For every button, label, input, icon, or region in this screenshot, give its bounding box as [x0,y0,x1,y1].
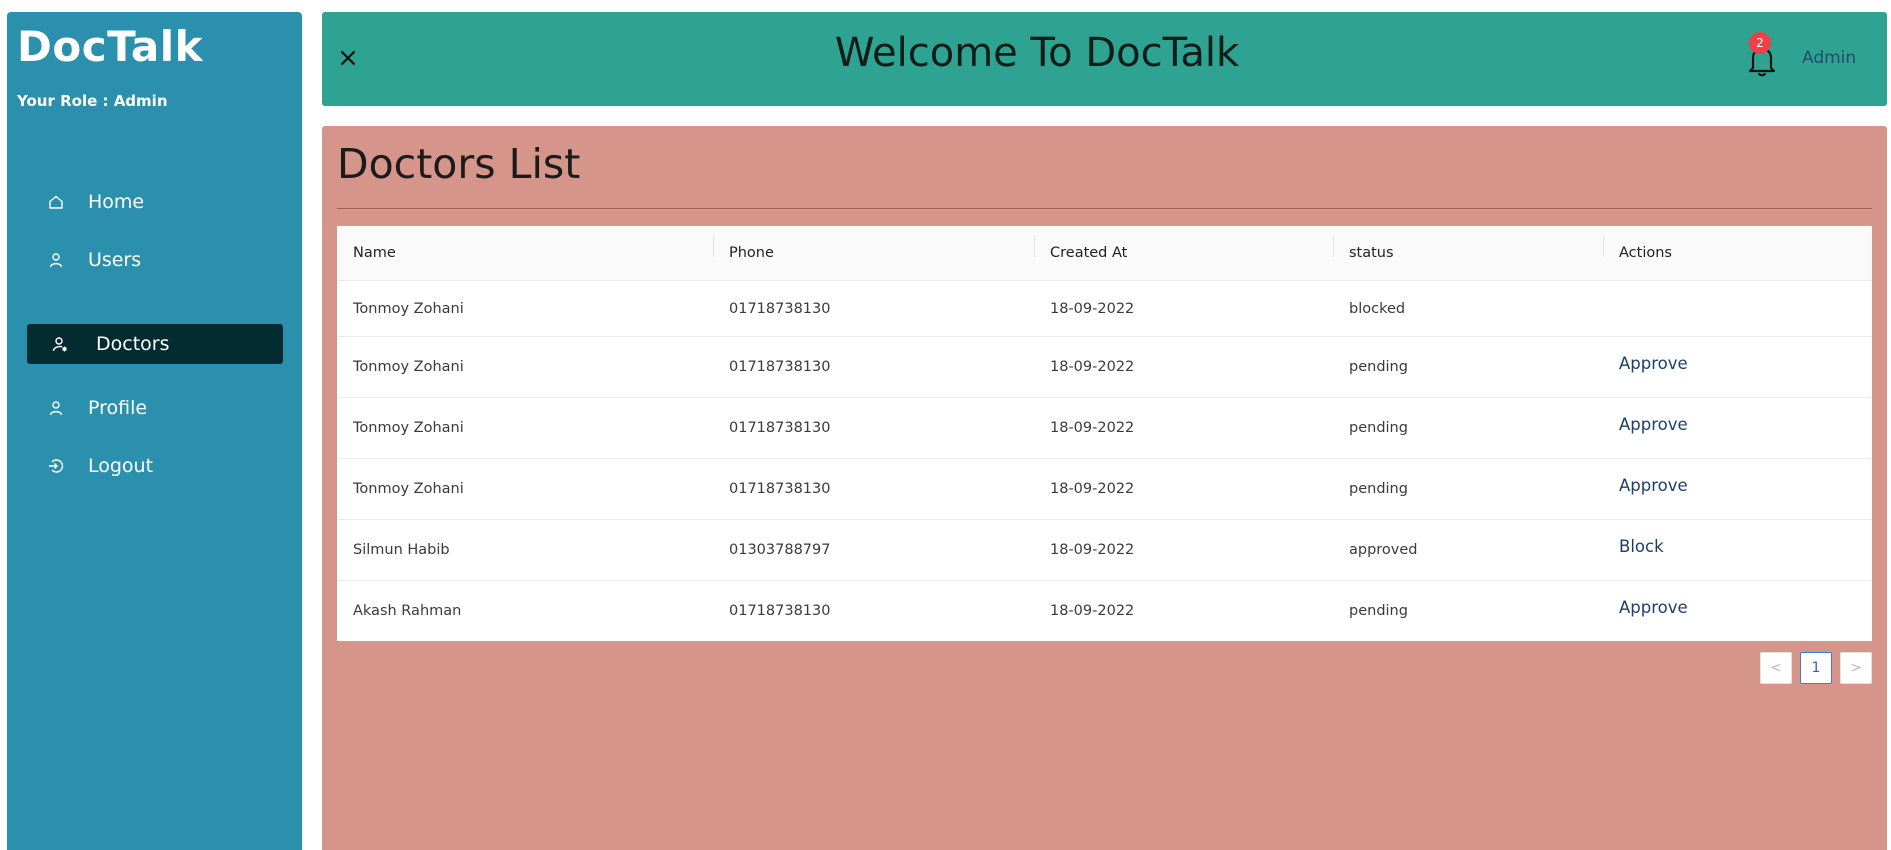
user-icon [49,401,63,416]
sidebar-item-label: Profile [88,397,148,419]
brand-logo: DocTalk [17,22,204,71]
column-header-phone[interactable]: Phone [713,235,1034,261]
cell-name: Akash Rahman [353,603,462,619]
cell-created-at: 18-09-2022 [1050,359,1135,375]
user-icon [49,253,63,268]
cell-phone: 01303788797 [729,542,831,558]
user-menu-link[interactable]: Admin [1802,48,1856,68]
cell-actions: Approve [1603,415,1872,438]
pagination-prev-button[interactable]: < [1760,652,1792,684]
top-header: Welcome To DocTalk 2 Admin [322,12,1887,106]
page-title: Welcome To DocTalk [834,30,1240,76]
block-button[interactable]: Block [1619,537,1664,556]
cell-phone: 01718738130 [729,603,831,619]
table-row: Tonmoy Zohani 01718738130 18-09-2022 blo… [337,281,1872,337]
user-role-label: Your Role : Admin [17,92,168,110]
sidebar-item-label: Doctors [96,333,170,355]
cell-status: pending [1349,359,1408,375]
cell-phone: 01718738130 [729,300,831,317]
approve-button[interactable]: Approve [1619,476,1688,495]
sidebar-item-label: Home [88,191,145,213]
sidebar-item-label: Users [88,249,142,271]
notification-badge: 2 [1749,32,1771,54]
cell-created-at: 18-09-2022 [1050,420,1135,436]
column-header-created-at[interactable]: Created At [1034,235,1333,261]
cell-name: Tonmoy Zohani [353,481,464,497]
sidebar-item-doctors[interactable]: Doctors [27,324,283,364]
cell-actions: Approve [1603,354,1872,377]
cell-status: pending [1349,420,1408,436]
column-header-status[interactable]: status [1333,235,1603,261]
divider [337,208,1872,209]
content-panel: Doctors List Name Phone Created At statu… [322,126,1887,850]
sidebar-item-logout[interactable]: Logout [27,446,283,486]
table-row: Silmun Habib 01303788797 18-09-2022 appr… [337,520,1872,581]
cell-name: Tonmoy Zohani [353,300,464,317]
doctor-icon [52,337,67,352]
cell-status: pending [1349,481,1408,497]
sidebar-item-label: Logout [88,455,154,477]
table-header-row: Name Phone Created At status Actions [337,226,1872,281]
approve-button[interactable]: Approve [1619,415,1688,434]
sidebar-item-home[interactable]: Home [27,182,283,222]
cell-status: approved [1349,542,1418,558]
sidebar-item-users[interactable]: Users [27,240,283,280]
logout-icon [49,459,64,473]
cell-created-at: 18-09-2022 [1050,603,1135,619]
cell-name: Silmun Habib [353,542,450,558]
table-row: Tonmoy Zohani 01718738130 18-09-2022 pen… [337,337,1872,398]
cell-phone: 01718738130 [729,420,831,436]
home-icon [49,195,63,209]
table-row: Akash Rahman 01718738130 18-09-2022 pend… [337,581,1872,641]
table-row: Tonmoy Zohani 01718738130 18-09-2022 pen… [337,459,1872,520]
cell-created-at: 18-09-2022 [1050,542,1135,558]
cell-actions: Approve [1603,476,1872,499]
cell-status: pending [1349,603,1408,619]
cell-created-at: 18-09-2022 [1050,300,1135,317]
pagination-next-button[interactable]: > [1840,652,1872,684]
column-header-name[interactable]: Name [337,245,713,261]
doctors-table: Name Phone Created At status Actions Ton… [337,226,1872,641]
approve-button[interactable]: Approve [1619,598,1688,617]
table-row: Tonmoy Zohani 01718738130 18-09-2022 pen… [337,398,1872,459]
cell-actions: Approve [1603,598,1872,621]
cell-phone: 01718738130 [729,481,831,497]
pagination-page-1[interactable]: 1 [1800,652,1832,684]
section-title: Doctors List [337,140,581,188]
cell-actions: Block [1603,537,1872,560]
cell-status: blocked [1349,300,1406,317]
cell-created-at: 18-09-2022 [1050,481,1135,497]
cell-name: Tonmoy Zohani [353,359,464,375]
approve-button[interactable]: Approve [1619,354,1688,373]
column-header-actions: Actions [1603,235,1872,261]
cell-name: Tonmoy Zohani [353,420,464,436]
sidebar: DocTalk Your Role : Admin Home Users Doc… [7,12,302,850]
cell-phone: 01718738130 [729,359,831,375]
sidebar-item-profile[interactable]: Profile [27,388,283,428]
